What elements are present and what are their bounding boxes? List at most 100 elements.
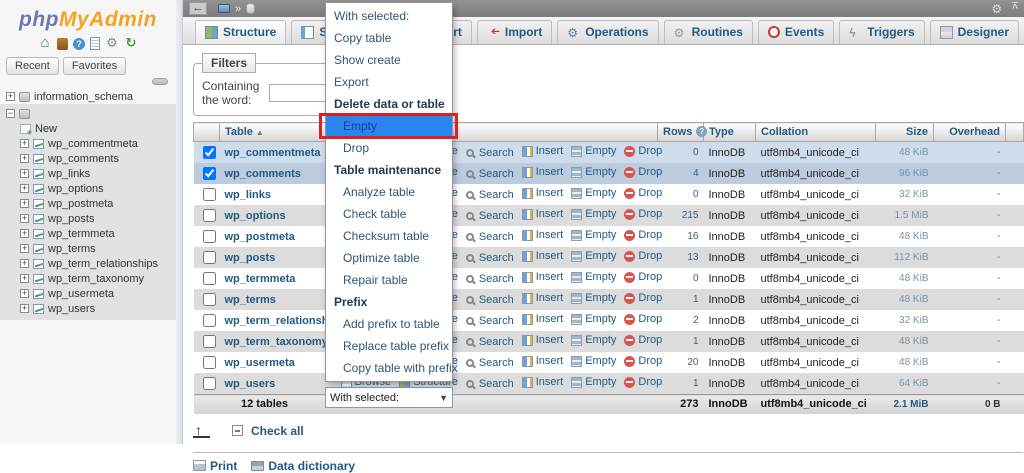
tab-designer[interactable]: Designer (930, 20, 1019, 44)
table-name-link[interactable]: wp_postmeta (225, 231, 295, 243)
menu-item-delete-data-or-table[interactable]: Delete data or table (326, 93, 452, 115)
insert-action-link[interactable]: Insert (522, 292, 564, 304)
row-checkbox[interactable] (203, 167, 216, 180)
reload-navigation-icon[interactable] (124, 36, 138, 50)
drop-action-link[interactable]: Drop (624, 187, 662, 199)
search-action-link[interactable]: Search (466, 336, 514, 348)
menu-item-empty[interactable]: Empty (326, 115, 452, 137)
sidebar-item-current-database[interactable]: − (0, 106, 176, 121)
drop-action-link[interactable]: Drop (624, 166, 662, 178)
table-name-link[interactable]: wp_users (225, 378, 276, 390)
table-name-link[interactable]: wp_options (225, 210, 286, 222)
menu-item-prefix[interactable]: Prefix (326, 291, 452, 313)
data-dictionary-link[interactable]: Data dictionary (251, 459, 355, 473)
favorites-button[interactable]: Favorites (63, 57, 126, 75)
drop-action-link[interactable]: Drop (624, 355, 662, 367)
empty-action-link[interactable]: Empty (571, 334, 616, 346)
insert-action-link[interactable]: Insert (522, 250, 564, 262)
expand-icon[interactable]: + (20, 184, 29, 193)
drop-action-link[interactable]: Drop (624, 313, 662, 325)
row-checkbox[interactable] (203, 251, 216, 264)
tab-triggers[interactable]: Triggers (839, 20, 924, 44)
expand-icon[interactable]: + (20, 154, 29, 163)
drop-action-link[interactable]: Drop (624, 145, 662, 157)
drop-action-link[interactable]: Drop (624, 292, 662, 304)
menu-item-repair-table[interactable]: Repair table (326, 269, 452, 291)
recent-button[interactable]: Recent (6, 57, 59, 75)
expand-icon[interactable]: + (6, 92, 15, 101)
expand-icon[interactable]: + (20, 289, 29, 298)
empty-action-link[interactable]: Empty (571, 166, 616, 178)
column-header-rows[interactable]: Rows? (658, 123, 704, 142)
row-checkbox[interactable] (203, 377, 216, 390)
empty-action-link[interactable]: Empty (571, 145, 616, 157)
sidebar-item-wp-options[interactable]: +wp_options (0, 181, 176, 196)
search-action-link[interactable]: Search (466, 273, 514, 285)
search-action-link[interactable]: Search (466, 357, 514, 369)
tab-events[interactable]: Events (758, 20, 834, 44)
insert-action-link[interactable]: Insert (522, 271, 564, 283)
empty-action-link[interactable]: Empty (571, 292, 616, 304)
menu-item-export[interactable]: Export (326, 71, 452, 93)
sidebar-item-wp-posts[interactable]: +wp_posts (0, 211, 176, 226)
sidebar-item-wp-comments[interactable]: +wp_comments (0, 151, 176, 166)
with-selected-select[interactable]: With selected: ▼ (325, 387, 453, 408)
sidebar-item-new-table[interactable]: New (0, 121, 176, 136)
row-checkbox[interactable] (203, 188, 216, 201)
insert-action-link[interactable]: Insert (522, 376, 564, 388)
column-header-size[interactable]: Size (876, 123, 934, 142)
navigation-panel-settings-icon[interactable] (152, 78, 168, 85)
insert-action-link[interactable]: Insert (522, 208, 564, 220)
uncheck-all-icon[interactable] (232, 425, 243, 436)
menu-item-replace-table-prefix[interactable]: Replace table prefix (326, 335, 452, 357)
search-action-link[interactable]: Search (466, 147, 514, 159)
sidebar-item-wp-term-relationships[interactable]: +wp_term_relationships (0, 256, 176, 271)
expand-icon[interactable]: + (20, 199, 29, 208)
row-checkbox[interactable] (203, 272, 216, 285)
table-name-link[interactable]: wp_termmeta (225, 273, 296, 285)
search-action-link[interactable]: Search (466, 210, 514, 222)
sidebar-item-wp-terms[interactable]: +wp_terms (0, 241, 176, 256)
menu-item-copy-table-with-prefix[interactable]: Copy table with prefix (326, 357, 452, 379)
help-icon[interactable] (73, 38, 85, 50)
table-name-link[interactable]: wp_links (225, 189, 271, 201)
expand-icon[interactable]: + (20, 304, 29, 313)
collapse-icon[interactable]: ^ (1012, 3, 1018, 14)
menu-item-checksum-table[interactable]: Checksum table (326, 225, 452, 247)
expand-icon[interactable]: + (20, 214, 29, 223)
select-all-header[interactable] (194, 123, 220, 142)
page-settings-icon[interactable] (991, 2, 1002, 16)
row-checkbox[interactable] (203, 293, 216, 306)
table-name-link[interactable]: wp_posts (225, 252, 276, 264)
menu-item-optimize-table[interactable]: Optimize table (326, 247, 452, 269)
menu-item-analyze-table[interactable]: Analyze table (326, 181, 452, 203)
empty-action-link[interactable]: Empty (571, 250, 616, 262)
server-icon[interactable] (218, 4, 230, 13)
sidebar-item-wp-links[interactable]: +wp_links (0, 166, 176, 181)
row-checkbox[interactable] (203, 356, 216, 369)
check-all-link[interactable]: Check all (251, 424, 304, 438)
sidebar-item-information-schema[interactable]: +information_schema (0, 89, 176, 104)
settings-icon[interactable] (105, 36, 119, 50)
expand-icon[interactable]: + (20, 244, 29, 253)
insert-action-link[interactable]: Insert (522, 229, 564, 241)
expand-icon[interactable]: + (20, 274, 29, 283)
drop-action-link[interactable]: Drop (624, 334, 662, 346)
filters-legend[interactable]: Filters (202, 53, 256, 73)
table-name-link[interactable]: wp_terms (225, 294, 276, 306)
menu-item-drop[interactable]: Drop (326, 137, 452, 159)
rows-help-icon[interactable]: ? (696, 126, 707, 137)
row-checkbox[interactable] (203, 335, 216, 348)
expand-icon[interactable]: + (20, 259, 29, 268)
collapse-icon[interactable]: − (6, 109, 15, 118)
insert-action-link[interactable]: Insert (522, 355, 564, 367)
empty-action-link[interactable]: Empty (571, 313, 616, 325)
sidebar-item-wp-usermeta[interactable]: +wp_usermeta (0, 286, 176, 301)
table-name-link[interactable]: wp_usermeta (225, 357, 295, 369)
expand-icon[interactable]: + (20, 139, 29, 148)
table-name-link[interactable]: wp_term_taxonomy (225, 336, 328, 348)
empty-action-link[interactable]: Empty (571, 376, 616, 388)
row-checkbox[interactable] (203, 209, 216, 222)
print-link[interactable]: Print (193, 459, 237, 473)
menu-item-add-prefix-to-table[interactable]: Add prefix to table (326, 313, 452, 335)
